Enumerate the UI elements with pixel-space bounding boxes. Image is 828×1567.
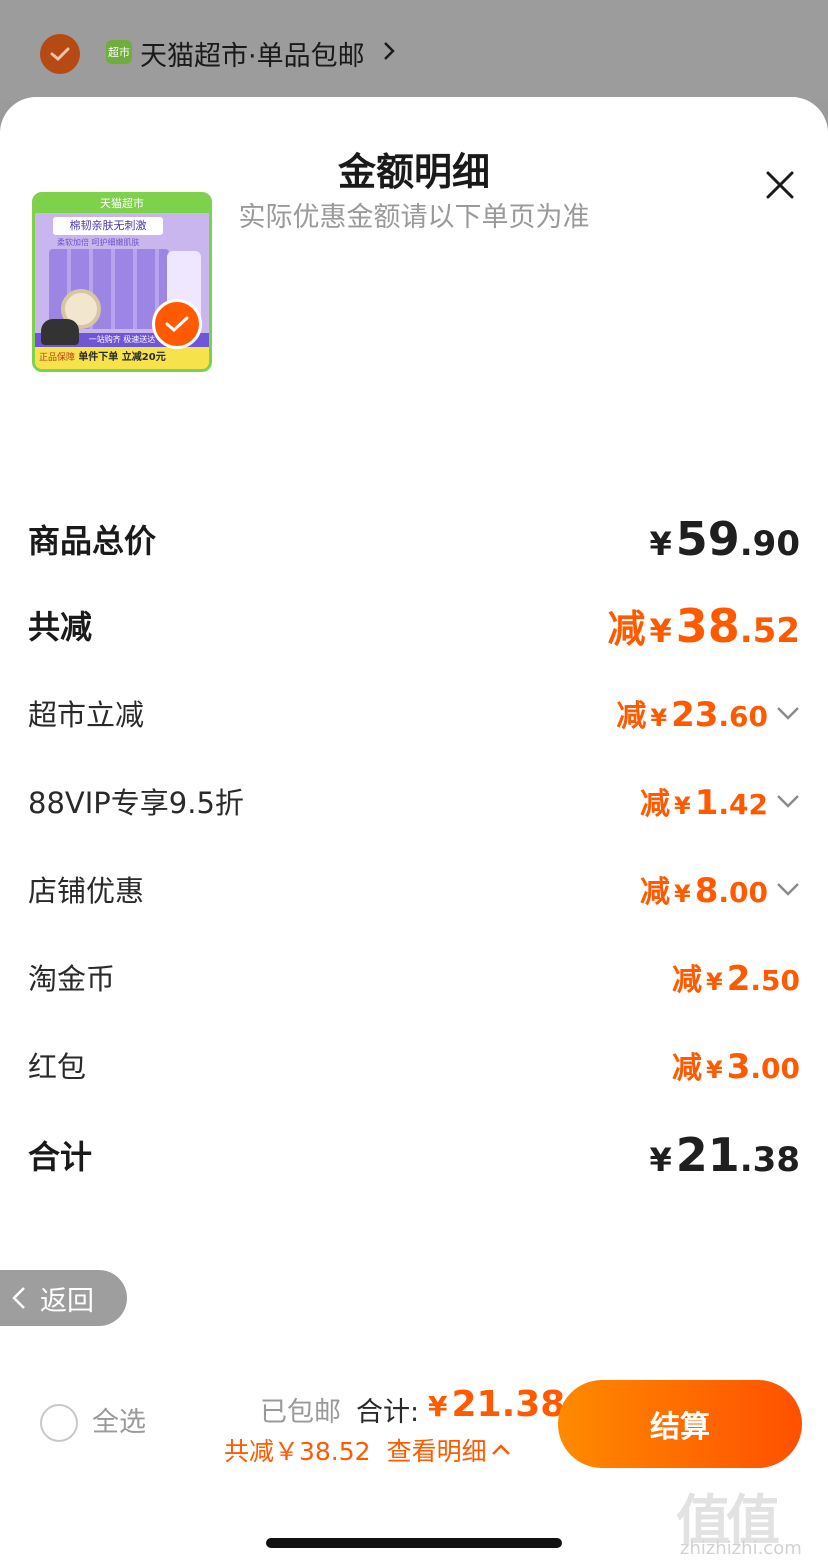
total-discount-price: 减 ¥38.52 <box>607 598 800 653</box>
price-int: 2 <box>726 959 751 999</box>
minus-label: 减 <box>640 787 671 822</box>
thumb-subline: 柔软加倍 呵护细嫩肌肤 <box>57 238 140 247</box>
row-grand-total: 合计 ¥21.38 <box>28 1128 800 1182</box>
store-logo: 超市 <box>106 40 132 64</box>
price-dec: .38 <box>739 1140 800 1180</box>
row-discount-redpacket: 红包 减 ¥3.00 <box>28 1040 800 1090</box>
price-int: 23 <box>671 695 719 735</box>
minus-label: 减 <box>607 606 646 651</box>
chevron-up-icon[interactable] <box>491 1443 511 1457</box>
discount-amount: 减 ¥2.50 <box>672 955 800 999</box>
free-shipping-label: 已包邮 <box>260 1397 341 1428</box>
price-dec: .00 <box>750 1052 800 1085</box>
row-label: 红包 <box>28 1050 87 1084</box>
chevron-right-icon <box>384 42 395 60</box>
price-dec: .60 <box>718 700 768 733</box>
chevron-down-icon[interactable] <box>776 706 800 720</box>
chevron-left-icon <box>12 1287 25 1309</box>
yen-sign: ¥ <box>650 704 668 732</box>
row-label: 超市立减 <box>28 698 145 732</box>
row-discount-coins: 淘金币 减 ¥2.50 <box>28 952 800 1002</box>
minus-label: 减 <box>672 963 703 998</box>
thumb-banner: 天猫超市 <box>35 195 209 213</box>
row-label: 共减 <box>28 608 93 646</box>
goods-total-price: ¥59.90 <box>649 512 800 566</box>
back-label: 返回 <box>40 1285 94 1317</box>
row-label: 店铺优惠 <box>28 874 145 908</box>
home-indicator <box>266 1538 562 1548</box>
row-label: 商品总价 <box>28 522 157 560</box>
price-int: 1 <box>694 783 719 823</box>
yen-sign: ¥ <box>428 1390 448 1423</box>
chevron-down-icon[interactable] <box>776 794 800 808</box>
thumb-headline: 棉韧亲肤无刺激 <box>53 217 163 235</box>
yen-sign: ¥ <box>674 880 691 908</box>
footer-total-price: ¥21.38 <box>428 1384 565 1425</box>
price-dec: .52 <box>739 610 800 651</box>
yen-sign: ¥ <box>706 1056 723 1084</box>
minus-label: 减 <box>672 1051 703 1086</box>
price-dec: .50 <box>750 964 800 997</box>
yen-sign: ¥ <box>649 611 672 650</box>
discount-amount: 减 ¥8.00 <box>640 867 768 911</box>
grand-total-price: ¥21.38 <box>649 1128 800 1182</box>
checkout-button[interactable]: 结算 <box>558 1380 802 1468</box>
watermark-url: zhizhizhi.com <box>680 1538 802 1559</box>
chevron-down-icon[interactable] <box>776 882 800 896</box>
row-discount-supermarket[interactable]: 超市立减 减 ¥23.60 <box>28 688 800 738</box>
select-all-label[interactable]: 全选 <box>92 1404 146 1442</box>
discount-amount: 减 ¥1.42 <box>640 779 768 823</box>
view-detail-link[interactable]: 查看明细 <box>387 1432 487 1468</box>
discount-amount: 减 ¥23.60 <box>616 691 768 735</box>
back-button[interactable]: 返回 <box>0 1270 127 1326</box>
store-check-icon[interactable] <box>40 34 80 74</box>
discount-summary-text: 共减￥38.52 <box>224 1437 371 1466</box>
row-label: 合计 <box>28 1138 93 1176</box>
price-int: 8 <box>694 871 719 911</box>
price-int: 38 <box>675 598 740 653</box>
price-dec: .90 <box>739 524 800 564</box>
price-dec: .42 <box>718 788 768 821</box>
tmall-cat-logo <box>41 319 79 345</box>
product-check-icon[interactable] <box>152 299 202 349</box>
yen-sign: ¥ <box>649 1141 672 1179</box>
row-label: 88VIP专享9.5折 <box>28 786 244 820</box>
minus-label: 减 <box>640 875 671 910</box>
discount-summary[interactable]: 共减￥38.52 查看明细 <box>224 1432 511 1468</box>
price-dec: .00 <box>718 876 768 909</box>
sheet-title: 金额明细 <box>337 150 490 194</box>
row-total-discount: 共减 减 ¥38.52 <box>28 598 800 653</box>
row-discount-store[interactable]: 店铺优惠 减 ¥8.00 <box>28 864 800 914</box>
yen-sign: ¥ <box>674 792 691 820</box>
store-name[interactable]: 天猫超市·单品包邮 <box>140 34 365 73</box>
discount-amount: 减 ¥3.00 <box>672 1043 800 1087</box>
watermark-logo: 值值值 <box>676 1489 780 1552</box>
thumb-badge: 正品保障 <box>35 349 80 367</box>
minus-label: 减 <box>616 699 647 734</box>
row-goods-total: 商品总价 ¥59.90 <box>28 512 800 566</box>
yen-sign: ¥ <box>706 968 723 996</box>
footer-total-label: 合计: <box>356 1397 420 1428</box>
row-discount-88vip[interactable]: 88VIP专享9.5折 减 ¥1.42 <box>28 776 800 826</box>
select-all-radio[interactable] <box>40 1404 78 1442</box>
price-int: 21 <box>675 1128 740 1182</box>
yen-sign: ¥ <box>649 525 672 563</box>
price-int: 3 <box>726 1047 751 1087</box>
footer-total-amount: 21.38 <box>451 1384 566 1425</box>
row-label: 淘金币 <box>28 962 116 996</box>
store-header: 超市 天猫超市·单品包邮 <box>0 0 828 100</box>
price-int: 59 <box>675 512 740 566</box>
close-icon[interactable] <box>760 165 800 205</box>
